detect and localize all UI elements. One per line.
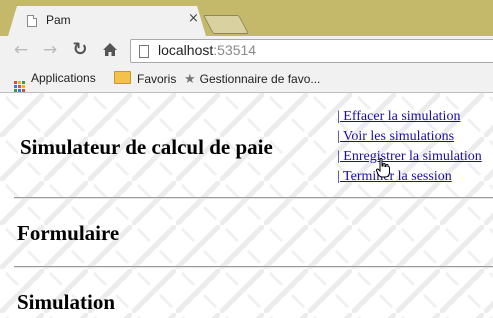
page-info-icon[interactable] — [139, 45, 149, 58]
url-host: localhost — [158, 42, 214, 58]
bookmark-manager[interactable]: ★ Gestionnaire de favo... — [184, 71, 320, 87]
bookmark-label: Applications — [31, 71, 96, 85]
divider — [14, 266, 493, 268]
page-favicon-icon — [27, 15, 37, 27]
forward-arrow-icon[interactable]: → — [40, 40, 60, 60]
folder-icon — [114, 71, 131, 84]
bookmark-applications[interactable]: Applications — [14, 71, 96, 92]
bookmark-label: Gestionnaire de favo... — [199, 72, 321, 86]
tab-strip: Pam × — [0, 0, 493, 36]
hand-cursor-icon — [376, 158, 390, 178]
bookmarks-bar: Applications Favoris ★ Gestionnaire de fa… — [0, 66, 493, 93]
reload-icon[interactable]: ↻ — [70, 40, 90, 60]
back-arrow-icon[interactable]: ← — [11, 40, 31, 60]
tab-title: Pam — [46, 13, 71, 27]
action-menu: | Effacer la simulation | Voir les simul… — [337, 107, 482, 187]
url-text: localhost:53514 — [158, 42, 256, 58]
browser-toolbar: ← → ↻ localhost:53514 — [0, 36, 493, 66]
clear-simulation-link[interactable]: | Effacer la simulation — [337, 107, 482, 127]
save-simulation-link[interactable]: | Enregistrer la simulation — [337, 147, 482, 167]
divider — [14, 197, 493, 199]
bookmark-favoris[interactable]: Favoris — [114, 71, 176, 86]
url-port: :53514 — [213, 42, 257, 58]
view-simulations-link[interactable]: | Voir les simulations — [337, 127, 482, 147]
page-title: Simulateur de calcul de paie — [20, 135, 273, 159]
address-bar[interactable]: localhost:53514 — [130, 39, 493, 63]
close-tab-icon[interactable]: × — [188, 12, 199, 26]
bookmark-label: Favoris — [137, 72, 177, 86]
tab-pam[interactable]: Pam × — [8, 6, 206, 36]
end-session-link[interactable]: | Terminer la session — [337, 167, 482, 187]
page-content: Simulateur de calcul de paie | Effacer l… — [0, 93, 493, 318]
section-simulation: Simulation — [17, 290, 116, 314]
home-icon[interactable] — [100, 40, 120, 60]
section-formulaire: Formulaire — [17, 221, 120, 245]
new-tab-button[interactable] — [202, 15, 250, 34]
apps-icon — [14, 81, 25, 92]
star-icon: ★ — [184, 71, 196, 86]
